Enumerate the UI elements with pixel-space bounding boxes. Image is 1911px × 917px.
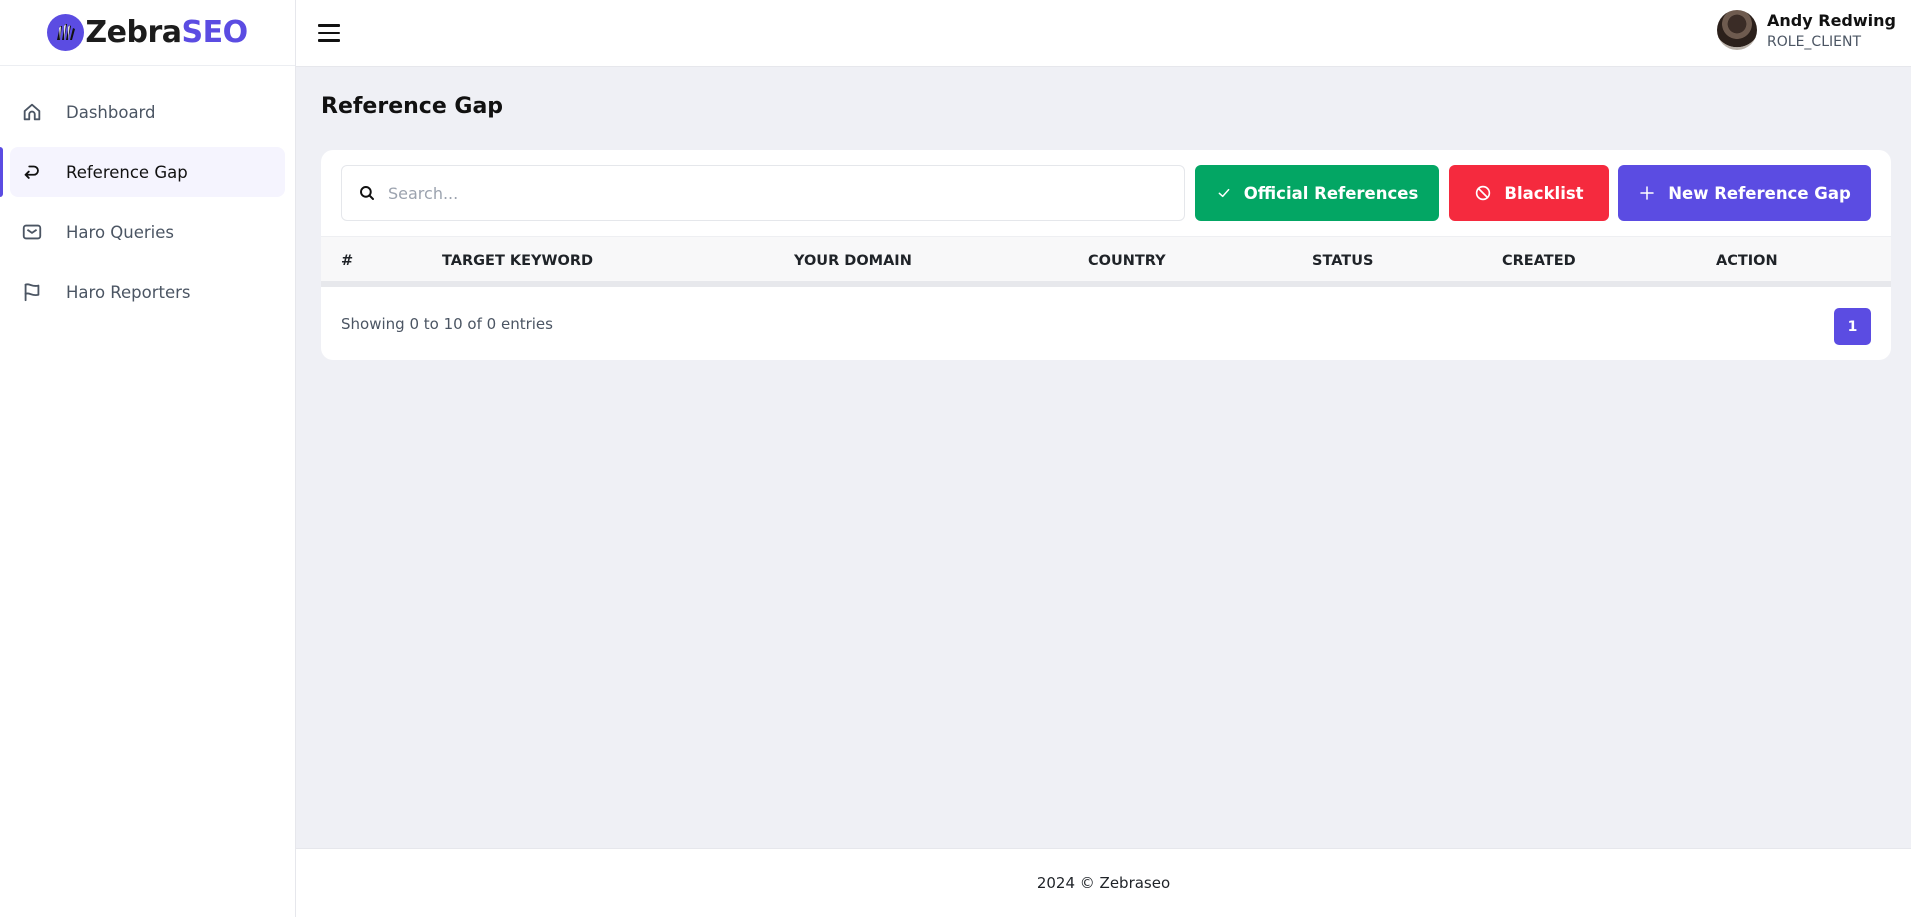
column-header-your-domain[interactable]: Your Domain [794, 253, 912, 269]
user-menu[interactable]: Andy Redwing ROLE_CLIENT [1717, 10, 1896, 50]
table-footer: Showing 0 to 10 of 0 entries 1 [321, 293, 1891, 360]
brand[interactable]: ZebraSEO [0, 0, 295, 66]
pagination-page-button[interactable]: 1 [1834, 308, 1871, 345]
column-header-action[interactable]: Action [1716, 253, 1778, 269]
page-footer: 2024 © Zebraseo [296, 848, 1911, 917]
ban-icon [1476, 185, 1491, 201]
blacklist-label: Blacklist [1504, 183, 1584, 203]
reference-gap-card: Official References Blacklist New Refere… [321, 150, 1891, 360]
table-header: # Target Keyword Your Domain Country Sta… [321, 236, 1891, 287]
user-role: ROLE_CLIENT [1767, 33, 1861, 50]
blacklist-button[interactable]: Blacklist [1449, 165, 1609, 221]
zebra-logo-icon [47, 14, 85, 51]
new-reference-gap-button[interactable]: New Reference Gap [1618, 165, 1871, 221]
search-input[interactable] [388, 183, 1132, 203]
mail-icon [20, 220, 44, 244]
column-header-target-keyword[interactable]: Target Keyword [442, 253, 593, 269]
return-arrow-icon [20, 160, 44, 184]
toolbar: Official References Blacklist New Refere… [321, 150, 1891, 236]
flag-icon [20, 280, 44, 304]
search-icon [360, 186, 374, 200]
sidebar-item-reference-gap[interactable]: Reference Gap [0, 147, 285, 197]
sidebar-nav: Dashboard Reference Gap Haro Queries Har… [0, 66, 295, 317]
home-icon [20, 100, 44, 124]
column-header-status[interactable]: Status [1312, 253, 1373, 269]
page-title: Reference Gap [321, 94, 504, 119]
brand-name: ZebraSEO [85, 15, 248, 50]
sidebar-item-haro-queries[interactable]: Haro Queries [10, 207, 285, 257]
column-header-country[interactable]: Country [1088, 253, 1166, 269]
official-references-button[interactable]: Official References [1195, 165, 1439, 221]
plus-icon [1640, 186, 1654, 200]
sidebar-item-dashboard[interactable]: Dashboard [10, 87, 285, 137]
topbar: Andy Redwing ROLE_CLIENT [296, 0, 1911, 67]
sidebar-item-label: Reference Gap [66, 162, 188, 182]
column-header-created[interactable]: Created [1502, 253, 1576, 269]
sidebar-item-haro-reporters[interactable]: Haro Reporters [10, 267, 285, 317]
official-references-label: Official References [1243, 183, 1419, 203]
sidebar-item-label: Haro Reporters [66, 282, 191, 302]
hamburger-menu-icon[interactable] [318, 20, 346, 46]
entries-summary: Showing 0 to 10 of 0 entries [341, 315, 553, 333]
sidebar-item-label: Dashboard [66, 102, 156, 122]
user-name: Andy Redwing [1767, 10, 1896, 30]
sidebar-item-label: Haro Queries [66, 222, 174, 242]
search-box[interactable] [341, 165, 1185, 221]
check-icon [1218, 188, 1230, 198]
avatar [1717, 10, 1758, 50]
copyright-text: 2024 © Zebraseo [1036, 874, 1171, 892]
sidebar: ZebraSEO Dashboard Reference Gap Haro Qu… [0, 0, 296, 917]
new-reference-gap-label: New Reference Gap [1668, 183, 1851, 203]
column-header-index[interactable]: # [341, 253, 353, 269]
